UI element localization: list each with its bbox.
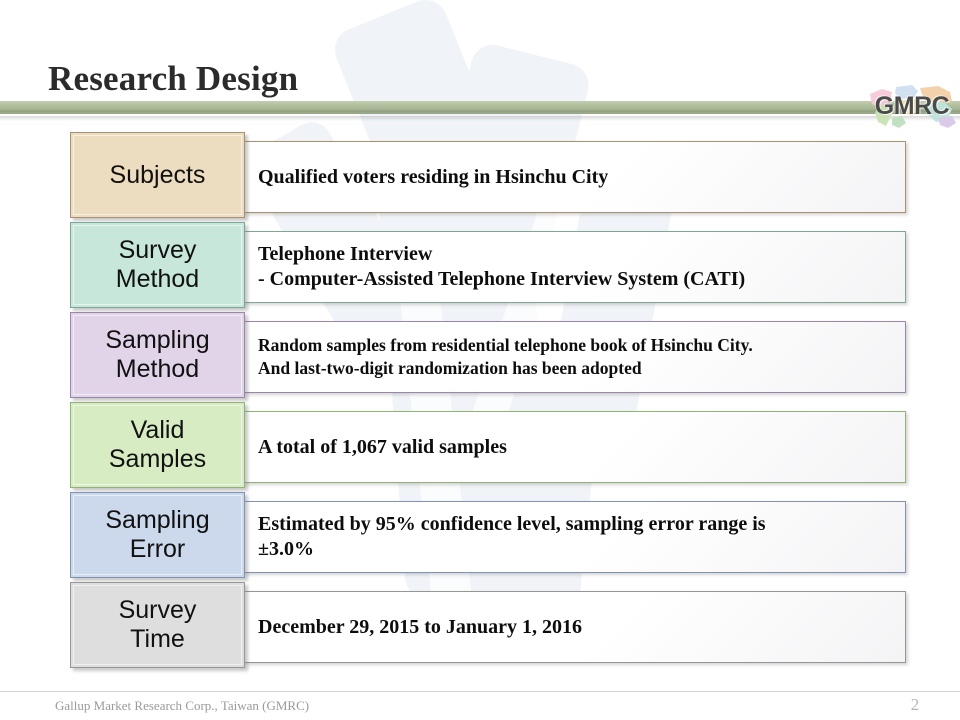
- label-text-survey-time: Survey Time: [118, 596, 197, 653]
- label-text-survey-method: Survey Method: [115, 236, 200, 293]
- content-panel-survey-method: Telephone Interview - Computer-Assisted …: [243, 231, 906, 303]
- logo-text: GMRC: [874, 92, 950, 120]
- slide-canvas: Research Design GMRC Qualified voters re…: [0, 0, 960, 720]
- row-valid-samples: A total of 1,067 valid samples Valid Sam…: [0, 402, 960, 492]
- label-text-sampling-method: Sampling Method: [105, 326, 210, 383]
- row-survey-time: December 29, 2015 to January 1, 2016 Sur…: [0, 582, 960, 672]
- row-sampling-error: Estimated by 95% confidence level, sampl…: [0, 492, 960, 582]
- content-text-valid-samples: A total of 1,067 valid samples: [258, 435, 507, 458]
- row-subjects: Qualified voters residing in Hsinchu Cit…: [0, 132, 960, 222]
- content-panel-survey-time: December 29, 2015 to January 1, 2016: [243, 591, 906, 663]
- content-panel-sampling-method: Random samples from residential telephon…: [243, 321, 906, 393]
- row-sampling-method: Random samples from residential telephon…: [0, 312, 960, 402]
- footer-text: Gallup Market Research Corp., Taiwan (GM…: [55, 698, 310, 713]
- label-box-sampling-method: Sampling Method: [70, 312, 245, 398]
- label-box-valid-samples: Valid Samples: [70, 402, 245, 488]
- label-text-valid-samples: Valid Samples: [108, 416, 207, 473]
- content-text-sampling-error: Estimated by 95% confidence level, sampl…: [258, 513, 766, 560]
- label-box-subjects: Subjects: [70, 132, 245, 218]
- content-panel-subjects: Qualified voters residing in Hsinchu Cit…: [243, 141, 906, 213]
- page-title: Research Design: [48, 59, 299, 98]
- research-design-rows: Qualified voters residing in Hsinchu Cit…: [0, 132, 960, 672]
- title-divider-shadow: [0, 116, 960, 121]
- footer-divider: [0, 691, 960, 692]
- label-box-sampling-error: Sampling Error: [70, 492, 245, 578]
- row-survey-method: Telephone Interview - Computer-Assisted …: [0, 222, 960, 312]
- label-text-subjects: Subjects: [109, 160, 206, 189]
- gmrc-logo: GMRC: [866, 82, 958, 130]
- title-divider-bar: [0, 101, 960, 114]
- content-text-sampling-method: Random samples from residential telephon…: [258, 335, 753, 378]
- label-box-survey-time: Survey Time: [70, 582, 245, 668]
- page-number: 2: [910, 695, 920, 714]
- label-box-survey-method: Survey Method: [70, 222, 245, 308]
- content-text-survey-time: December 29, 2015 to January 1, 2016: [258, 615, 583, 638]
- label-text-sampling-error: Sampling Error: [105, 506, 210, 563]
- content-panel-sampling-error: Estimated by 95% confidence level, sampl…: [243, 501, 906, 573]
- content-text-survey-method: Telephone Interview - Computer-Assisted …: [258, 243, 746, 290]
- content-text-subjects: Qualified voters residing in Hsinchu Cit…: [258, 165, 609, 188]
- content-panel-valid-samples: A total of 1,067 valid samples: [243, 411, 906, 483]
